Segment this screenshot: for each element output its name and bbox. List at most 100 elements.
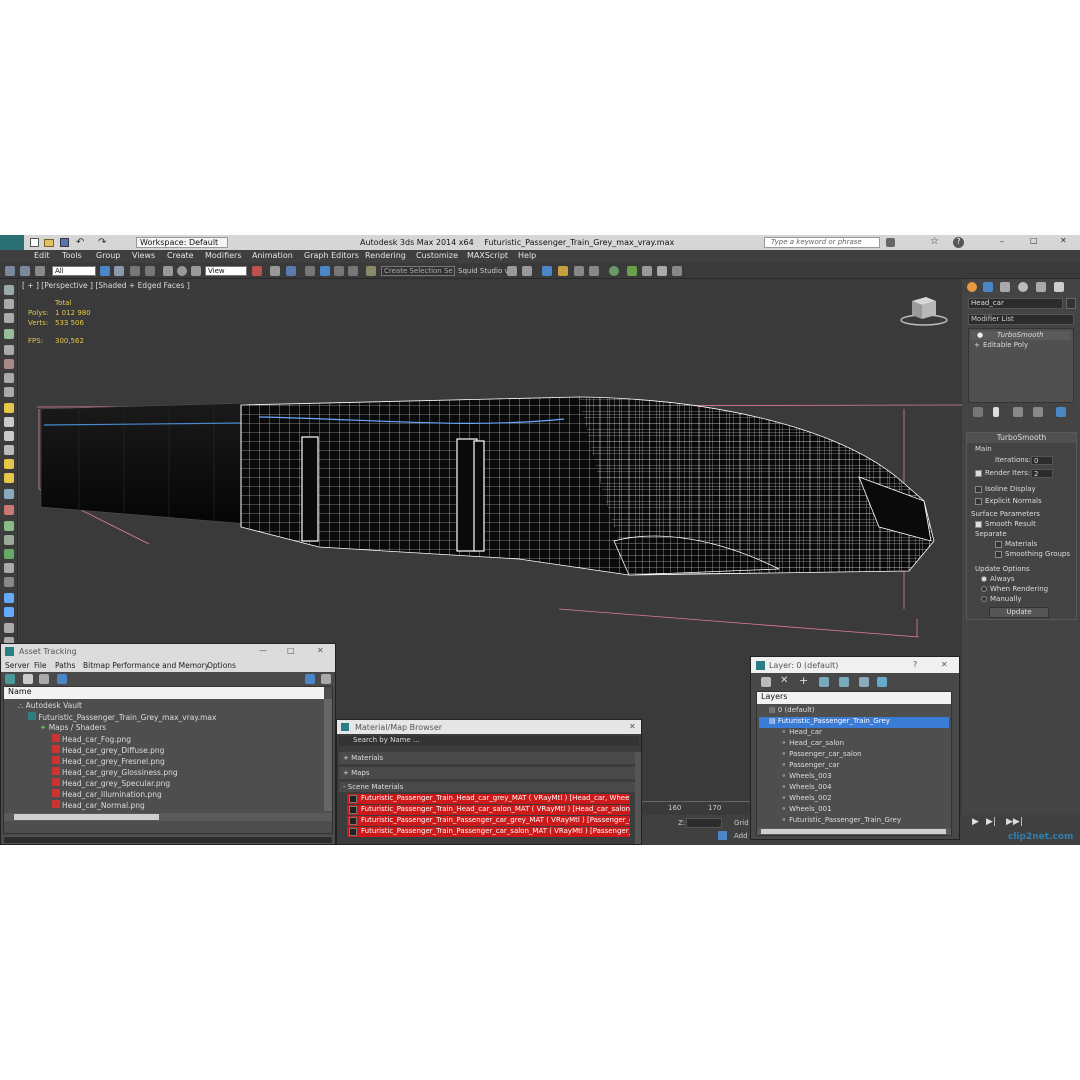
star-icon[interactable]: ☆ (930, 236, 939, 247)
tool-icon-18[interactable] (4, 535, 14, 545)
tool-icon-10[interactable] (4, 417, 14, 427)
material-editor-icon[interactable] (609, 266, 619, 276)
tool-icon-22[interactable] (4, 593, 14, 603)
table-view-icon[interactable] (57, 674, 67, 684)
section-maps[interactable]: + Maps (339, 767, 635, 779)
play-icon[interactable]: ▶ (972, 817, 979, 827)
layer-row-object[interactable]: ⚬ Wheels_001 (759, 805, 949, 816)
layer-row-object[interactable]: ⚬ Passenger_car (759, 761, 949, 772)
material-row[interactable]: Futuristic_Passenger_Train_Head_car_grey… (347, 794, 630, 804)
explicit-normals-checkbox[interactable] (975, 497, 982, 505)
move-icon[interactable] (163, 266, 173, 276)
select-object-icon[interactable] (100, 266, 110, 276)
asset-tracking-minimize[interactable]: — (259, 646, 267, 655)
add-to-layer-icon[interactable]: + (799, 674, 808, 687)
remove-modifier-icon[interactable] (1033, 407, 1043, 417)
at-menu-server[interactable]: Server (5, 661, 30, 670)
material-row[interactable]: Futuristic_Passenger_Train_Passenger_car… (347, 827, 630, 837)
layer-row-object[interactable]: ⚬ Wheels_004 (759, 783, 949, 794)
menu-tools[interactable]: Tools (62, 251, 82, 260)
object-name-field[interactable]: Head_car (968, 298, 1063, 309)
tool-icon-14[interactable] (4, 473, 14, 483)
curve-editor-icon[interactable] (574, 266, 584, 276)
expand-icon[interactable]: + (974, 341, 980, 349)
menu-animation[interactable]: Animation (252, 251, 293, 260)
asset-list-hscrollbar[interactable] (4, 813, 332, 821)
layer-hscroll-thumb[interactable] (761, 829, 946, 834)
layer-row-object[interactable]: ⚬ Head_car_salon (759, 739, 949, 750)
menu-views[interactable]: Views (132, 251, 155, 260)
asset-tracking-titlebar[interactable]: Asset Tracking — □ ✕ (1, 644, 335, 659)
layer-row-default[interactable]: ▤ 0 (default) (759, 706, 949, 717)
render-production-icon[interactable] (657, 266, 667, 276)
spinner-snap-icon[interactable] (348, 266, 358, 276)
layer-list-hscrollbar[interactable] (757, 828, 951, 835)
section-materials[interactable]: + Materials (339, 752, 635, 764)
keyboard-shortcut-icon[interactable] (286, 266, 296, 276)
utilities-tab-icon[interactable] (1054, 282, 1064, 292)
layer-row-object[interactable]: ⚬ Futuristic_Passenger_Train_Grey (759, 816, 949, 827)
menu-group[interactable]: Group (96, 251, 120, 260)
select-in-layer-icon[interactable] (819, 677, 829, 687)
highlight-editor-icon[interactable] (305, 674, 315, 684)
pin-stack-icon[interactable] (973, 407, 983, 417)
freeze-all-layers-icon[interactable] (877, 677, 887, 687)
at-menu-paths[interactable]: Paths (55, 661, 75, 670)
schematic-view-icon[interactable] (589, 266, 599, 276)
hscroll-thumb[interactable] (14, 814, 159, 820)
search-input[interactable]: Type a keyword or phrase (764, 237, 880, 248)
hide-all-layers-icon[interactable] (859, 677, 869, 687)
percent-snap-icon[interactable] (334, 266, 344, 276)
pivot-center-icon[interactable] (252, 266, 262, 276)
tool-icon-23[interactable] (4, 607, 14, 617)
asset-row-file[interactable]: Head_car_grey_Diffuse.png (52, 745, 164, 756)
create-tab-icon[interactable] (967, 282, 977, 292)
tool-icon-1[interactable] (4, 285, 14, 295)
tool-icon-5[interactable] (4, 345, 14, 355)
unlink-icon[interactable] (20, 266, 30, 276)
redo-icon[interactable]: ↷ (98, 237, 106, 248)
link-icon[interactable] (5, 266, 15, 276)
layer-row-object[interactable]: ⚬ Head_car (759, 728, 949, 739)
asset-row-file[interactable]: Head_car_grey_Specular.png (52, 778, 170, 789)
layer-row-object[interactable]: ⚬ Wheels_003 (759, 772, 949, 783)
tool-icon-3[interactable] (4, 313, 14, 323)
asset-row-file[interactable]: Head_car_grey_Fresnel.png (52, 756, 165, 767)
material-row[interactable]: Futuristic_Passenger_Train_Passenger_car… (347, 816, 630, 826)
stack-item-turbosmooth[interactable]: ● TurboSmooth (971, 331, 1071, 340)
rotate-icon[interactable] (177, 266, 187, 276)
options-icon[interactable] (321, 674, 331, 684)
close-button[interactable]: ✕ (1060, 236, 1067, 245)
layer-manager-icon[interactable] (542, 266, 552, 276)
asset-tracking-close[interactable]: ✕ (317, 646, 324, 655)
asset-path-field[interactable] (3, 836, 333, 844)
menu-help[interactable]: Help (518, 251, 536, 260)
binoculars-icon[interactable] (886, 238, 895, 247)
isoline-checkbox[interactable] (975, 485, 982, 493)
render-setup-icon[interactable] (627, 266, 637, 276)
named-selection-set-dropdown[interactable]: Create Selection Se (381, 266, 455, 276)
maximize-button[interactable]: □ (1030, 236, 1038, 245)
new-file-icon[interactable] (30, 238, 39, 247)
rendered-frame-window-icon[interactable] (642, 266, 652, 276)
asset-row-file[interactable]: Head_car_Fog.png (52, 734, 131, 745)
render-iters-spinner[interactable]: 2 (1031, 469, 1053, 478)
tool-icon-19[interactable] (4, 549, 14, 559)
update-button[interactable]: Update (989, 607, 1049, 618)
layer-list-header[interactable]: Layers (757, 692, 951, 704)
list-view-icon[interactable] (23, 674, 33, 684)
material-browser-scrollbar[interactable] (635, 752, 641, 844)
tool-icon-24[interactable] (4, 623, 14, 633)
tool-icon-9[interactable] (4, 403, 14, 413)
save-file-icon[interactable] (60, 238, 69, 247)
modify-tab-icon[interactable] (983, 282, 993, 292)
iterations-spinner[interactable]: 0 (1031, 456, 1053, 465)
selection-filter-dropdown[interactable]: All (52, 266, 96, 276)
snaps-toggle-icon[interactable] (305, 266, 315, 276)
align-icon[interactable] (522, 266, 532, 276)
layer-manager-titlebar[interactable]: Layer: 0 (default) ? ✕ (751, 657, 959, 673)
bind-spacewarp-icon[interactable] (35, 266, 45, 276)
tool-icon-4[interactable] (4, 329, 14, 339)
configure-modifier-sets-icon[interactable] (1056, 407, 1066, 417)
rollout-header[interactable]: TurboSmooth (967, 433, 1076, 443)
